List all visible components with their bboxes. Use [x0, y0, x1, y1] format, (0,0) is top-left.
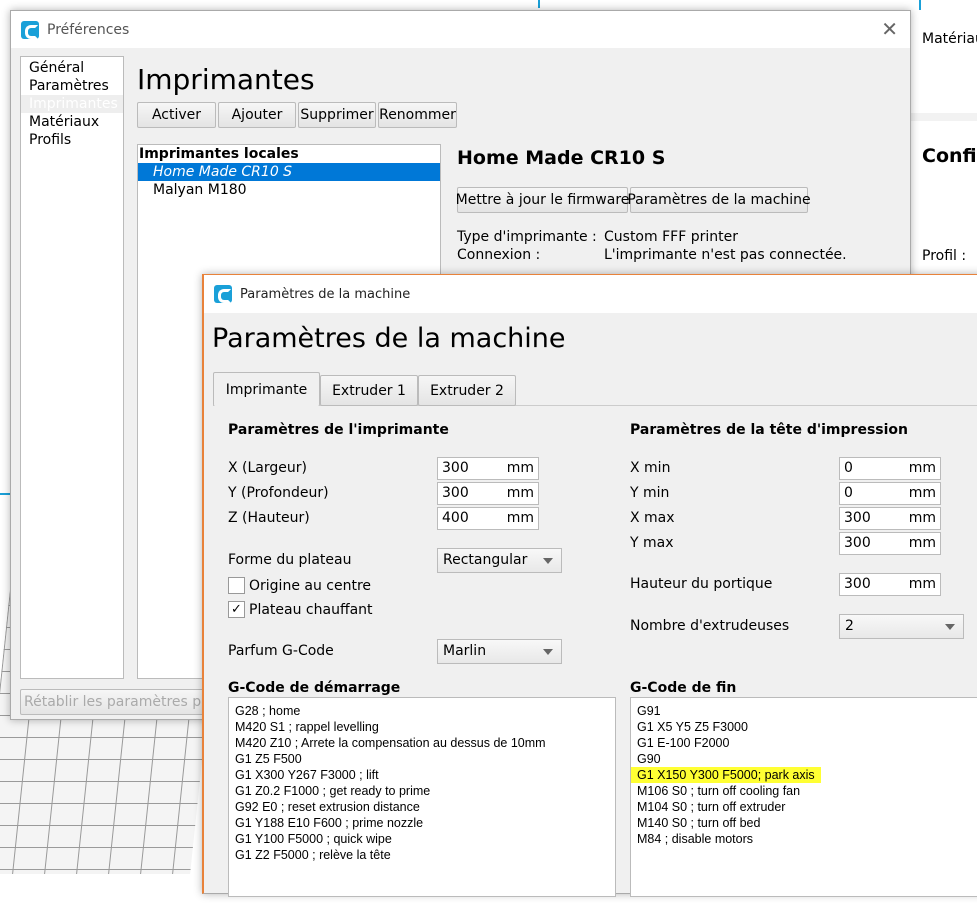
title-bar: Préférences ✕: [11, 11, 910, 48]
update-firmware-button[interactable]: Mettre à jour le firmware: [456, 187, 629, 213]
chevron-down-icon: [543, 558, 553, 564]
gcode-line: G1 Z2 F5000 ; relève la tête: [235, 848, 391, 862]
gcode-line: G1 Y188 E10 F600 ; prime nozzle: [235, 816, 424, 830]
rename-button[interactable]: Renommer: [378, 102, 457, 128]
title-bar: Paramètres de la machine: [204, 275, 977, 313]
gcode-line: G91: [637, 704, 661, 718]
sidebar-item-materials[interactable]: Matériaux: [21, 113, 123, 131]
field-label: Parfum G-Code: [228, 643, 334, 659]
height-input[interactable]: 400 mm: [437, 507, 539, 530]
chevron-down-icon: [543, 649, 553, 655]
list-group-header: Imprimantes locales: [139, 146, 299, 162]
sidebar-item-settings[interactable]: Paramètres: [21, 77, 123, 95]
end-gcode-label: G-Code de fin: [630, 680, 737, 696]
printer-list-item[interactable]: Malyan M180: [138, 181, 440, 199]
panel-border: [919, 0, 921, 10]
x-min-input[interactable]: 0 mm: [839, 457, 941, 480]
page-title: Imprimantes: [137, 63, 315, 96]
gcode-line: M84 ; disable motors: [637, 832, 754, 846]
background-right-panel: Matériau Confi Profil :: [911, 0, 977, 274]
depth-input[interactable]: 300 mm: [437, 482, 539, 505]
field-label: Hauteur du portique: [630, 576, 773, 592]
checkbox-label: Plateau chauffant: [249, 602, 373, 618]
gcode-flavor-select[interactable]: Marlin: [437, 639, 562, 664]
gantry-height-input[interactable]: 300 mm: [839, 573, 941, 596]
cura-logo-icon: [21, 20, 39, 39]
profile-label: Profil :: [922, 248, 967, 264]
window-title: Paramètres de la machine: [240, 286, 411, 302]
machine-settings-button[interactable]: Paramètres de la machine: [627, 187, 811, 213]
info-label: Type d'imprimante :: [457, 229, 597, 245]
machine-settings-dialog: Paramètres de la machine Paramètres de l…: [202, 274, 977, 897]
info-value: Custom FFF printer: [604, 229, 738, 245]
end-gcode-editor[interactable]: G91 G1 X5 Y5 Z5 F3000 G1 E-100 F2000 G90 G1 …: [630, 697, 977, 897]
gcode-line: M420 S1 ; rappel levelling: [235, 720, 379, 734]
printer-name: Home Made CR10 S: [457, 147, 666, 169]
background-accent-line: [538, 0, 540, 8]
window-title: Préférences: [47, 21, 130, 38]
gcode-line: G28 ; home: [235, 704, 301, 718]
x-max-input[interactable]: 300 mm: [839, 507, 941, 530]
start-gcode-label: G-Code de démarrage: [228, 680, 401, 696]
tab-extruder-1[interactable]: Extruder 1: [320, 375, 418, 406]
field-label: Z (Hauteur): [228, 510, 310, 526]
reset-defaults-button[interactable]: Rétablir les paramètres par: [20, 689, 220, 715]
y-min-input[interactable]: 0 mm: [839, 482, 941, 505]
remove-button[interactable]: Supprimer: [298, 102, 376, 128]
gcode-line: G1 X300 Y267 F3000 ; lift: [235, 768, 379, 782]
field-label: X max: [630, 510, 675, 526]
field-label: Y max: [630, 535, 674, 551]
tab-printer[interactable]: Imprimante: [213, 372, 320, 406]
field-label: Nombre d'extrudeuses: [630, 618, 790, 634]
extruder-count-select[interactable]: 2: [839, 614, 964, 639]
tab-extruder-2[interactable]: Extruder 2: [418, 375, 516, 406]
bed-shape-select[interactable]: Rectangular: [437, 548, 562, 573]
gcode-line: G1 X150 Y300 F5000; park axis: [631, 767, 821, 783]
info-value: L'imprimante n'est pas connectée.: [604, 247, 847, 263]
field-label: X (Largeur): [228, 460, 307, 476]
gcode-line: G1 E-100 F2000: [637, 736, 730, 750]
field-label: Forme du plateau: [228, 552, 352, 568]
sidebar-item-general[interactable]: Général: [21, 59, 123, 77]
gcode-line: G92 E0 ; reset extrusion distance: [235, 800, 420, 814]
field-label: Y min: [630, 485, 670, 501]
sidebar-item-printers[interactable]: Imprimantes: [21, 95, 123, 113]
printer-list-item[interactable]: Home Made CR10 S: [138, 163, 440, 181]
start-gcode-editor[interactable]: G28 ; home M420 S1 ; rappel levelling M420…: [228, 697, 616, 897]
dialog-heading: Paramètres de la machine: [212, 323, 566, 354]
config-heading: Confi: [922, 145, 977, 167]
material-label: Matériau: [922, 31, 977, 47]
info-label: Connexion :: [457, 247, 541, 263]
preferences-sidebar: Général Paramètres Imprimantes Matériaux…: [20, 56, 124, 679]
y-max-input[interactable]: 300 mm: [839, 532, 941, 555]
section-heading: Paramètres de l'imprimante: [228, 422, 449, 438]
gcode-line: G1 Z5 F500: [235, 752, 302, 766]
gcode-line: G1 Y100 F5000 ; quick wipe: [235, 832, 392, 846]
section-heading: Paramètres de la tête d'impression: [630, 422, 908, 438]
chevron-down-icon: [945, 624, 955, 630]
gcode-line: M420 Z10 ; Arrete la compensation au des…: [235, 736, 546, 750]
sidebar-item-profiles[interactable]: Profils: [21, 131, 123, 149]
gcode-line: M104 S0 ; turn off extruder: [637, 800, 786, 814]
gcode-line: G1 X5 Y5 Z5 F3000: [637, 720, 748, 734]
divider: [911, 113, 977, 121]
heated-bed-checkbox[interactable]: ✓: [228, 601, 245, 618]
gcode-line: M106 S0 ; turn off cooling fan: [637, 784, 801, 798]
gcode-line: G90: [637, 752, 661, 766]
add-button[interactable]: Ajouter: [218, 102, 296, 128]
gcode-line: G1 Z0.2 F1000 ; get ready to prime: [235, 784, 431, 798]
origin-center-checkbox[interactable]: [228, 577, 245, 594]
activate-button[interactable]: Activer: [137, 102, 216, 128]
cura-logo-icon: [214, 285, 232, 303]
close-icon[interactable]: ✕: [881, 17, 898, 41]
field-label: Y (Profondeur): [228, 485, 329, 501]
gcode-line: M140 S0 ; turn off bed: [637, 816, 761, 830]
checkbox-label: Origine au centre: [249, 578, 372, 594]
field-label: X min: [630, 460, 671, 476]
width-input[interactable]: 300 mm: [437, 457, 539, 480]
